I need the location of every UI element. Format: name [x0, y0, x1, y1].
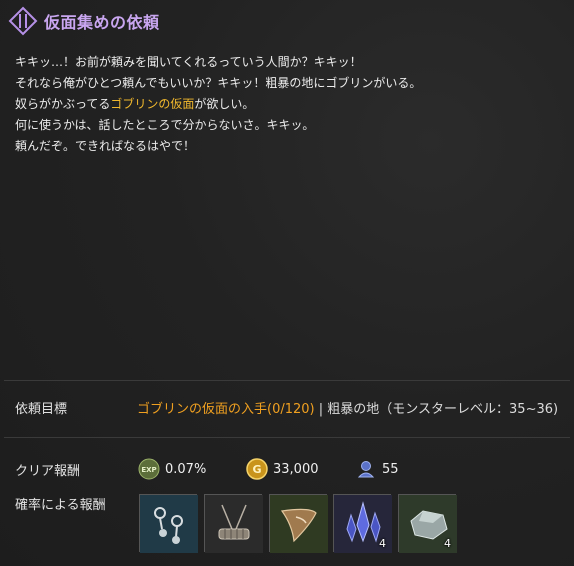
earring-icon [140, 495, 198, 553]
exp-icon: EXP [138, 458, 160, 480]
dialog-line: 何に使うかは、話したところで分からないさ。キキッ。 [15, 118, 315, 132]
reward-gold: G 33,000 [246, 458, 319, 480]
quest-item-highlight: ゴブリンの仮面 [110, 97, 195, 111]
reward-item-slot-earring[interactable] [139, 494, 198, 553]
reward-item-slot-necklace[interactable] [204, 494, 263, 553]
objective-location: 粗暴の地（モンスターレベル：35~36) [327, 402, 559, 417]
item-count: 4 [444, 537, 451, 550]
gold-coin-icon: G [246, 458, 268, 480]
divider [4, 380, 570, 381]
dialog-line: キキッ…！お前が頼みを聞いてくれるっていう人間か？キキッ！ [15, 55, 362, 69]
necklace-icon [205, 495, 263, 553]
objective-target: ゴブリンの仮面の入手(0/120) [137, 402, 315, 417]
svg-text:G: G [252, 463, 261, 476]
objective-label: 依頼目標 [15, 402, 68, 417]
reward-item-slot-ore[interactable]: 4 [398, 494, 457, 553]
divider [4, 437, 570, 438]
reward-item-slot-crystal[interactable]: 4 [333, 494, 392, 553]
item-count: 4 [379, 537, 386, 550]
quest-dialog: キキッ…！お前が頼みを聞いてくれるっていう人間か？キキッ！ それなら俺がひとつ頼… [15, 52, 565, 157]
objective-text: ゴブリンの仮面の入手(0/120) | 粗暴の地（モンスターレベル：35~36) [137, 398, 558, 417]
reward-contribution: 55 [355, 458, 399, 480]
dialog-text: 奴らがかぶってる [15, 97, 111, 111]
quest-title: 仮面集めの依頼 [44, 13, 160, 32]
reward-contribution-value: 55 [382, 461, 399, 477]
reward-gold-value: 33,000 [273, 461, 319, 477]
reward-exp-value: 0.07% [165, 461, 207, 477]
reward-exp: EXP 0.07% [138, 458, 206, 480]
svg-text:EXP: EXP [141, 466, 156, 474]
probable-rewards-label: 確率による報酬 [15, 498, 106, 513]
quest-diamond-icon [8, 6, 38, 36]
dialog-line: それなら俺がひとつ頼んでもいいか？キキッ！粗暴の地にゴブリンがいる。 [15, 76, 422, 90]
reward-item-slot-horn[interactable] [269, 494, 328, 553]
dialog-line: 奴らがかぶってるゴブリンの仮面が欲しい。 [15, 94, 565, 115]
horn-icon [270, 495, 328, 553]
dialog-line: 頼んだぞ。できればなるはやで！ [15, 139, 196, 153]
dialog-text: が欲しい。 [194, 97, 255, 111]
rewards-label: クリア報酬 [15, 464, 81, 479]
quest-title-bar: 仮面集めの依頼 [8, 6, 160, 36]
contribution-icon [357, 461, 375, 478]
objective-separator: | [318, 402, 324, 417]
